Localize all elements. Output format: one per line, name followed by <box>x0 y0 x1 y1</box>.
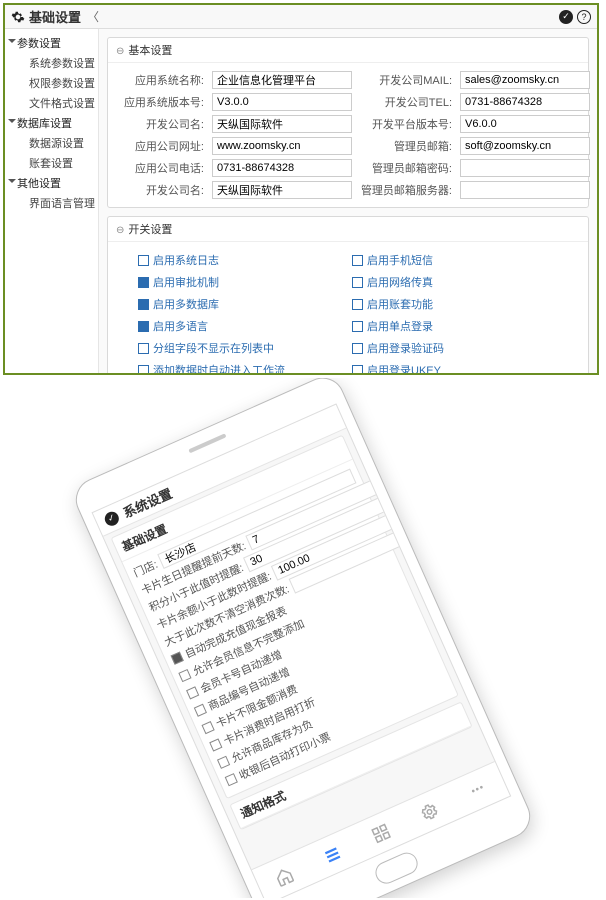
label: 开发公司MAIL: <box>356 72 456 88</box>
switch-item[interactable]: 启用多数据库 <box>138 296 344 312</box>
checkbox-icon[interactable] <box>352 365 363 374</box>
label: 应用系统版本号: <box>120 94 208 110</box>
panel-basic-title: 基本设置 <box>108 38 588 63</box>
checkbox-icon[interactable] <box>352 299 363 310</box>
switch-item[interactable]: 启用账套功能 <box>352 296 558 312</box>
sidebar-item-sys-param[interactable]: 系统参数设置 <box>5 53 98 73</box>
checkbox-icon[interactable] <box>352 255 363 266</box>
admin-smtp-input[interactable] <box>460 181 590 199</box>
sidebar-item-file-fmt[interactable]: 文件格式设置 <box>5 93 98 113</box>
label: 开发平台版本号: <box>356 116 456 132</box>
switch-item[interactable]: 启用手机短信 <box>352 252 558 268</box>
switch-item[interactable]: 添加数据时自动进入工作流 <box>138 362 344 373</box>
phone-shell: ✓ 系统设置 基础设置 门店:卡片生日提醒提前天数:积分小于此值时提醒:卡片余额… <box>69 378 537 898</box>
gear-icon <box>11 10 25 24</box>
admin-mail-input[interactable] <box>460 137 590 155</box>
phone-zone: ✓ 系统设置 基础设置 门店:卡片生日提醒提前天数:积分小于此值时提醒:卡片余额… <box>0 378 606 898</box>
checkbox-icon[interactable] <box>138 299 149 310</box>
app-name-input[interactable] <box>212 71 352 89</box>
checkbox-icon[interactable] <box>194 704 207 717</box>
phone-speaker <box>188 433 226 453</box>
switch-label: 启用登录验证码 <box>367 340 444 356</box>
switch-label: 分组字段不显示在列表中 <box>153 340 274 356</box>
switch-label: 启用网络传真 <box>367 274 433 290</box>
sidebar-item-datasource[interactable]: 数据源设置 <box>5 133 98 153</box>
checkbox-icon[interactable] <box>186 686 199 699</box>
sidebar-group-db[interactable]: 数据库设置 <box>5 113 98 133</box>
label: 管理员邮箱: <box>356 138 456 154</box>
dev-mail-input[interactable] <box>460 71 590 89</box>
switch-label: 启用账套功能 <box>367 296 433 312</box>
dev-company-input[interactable] <box>212 115 352 133</box>
label: 管理员邮箱服务器: <box>356 182 456 198</box>
switch-item[interactable]: 启用系统日志 <box>138 252 344 268</box>
label: 开发公司名: <box>120 182 208 198</box>
confirm-icon[interactable]: ✓ <box>559 10 573 24</box>
sidebar-group-other[interactable]: 其他设置 <box>5 173 98 193</box>
dev-tel-input[interactable] <box>460 93 590 111</box>
checkbox-icon[interactable] <box>352 343 363 354</box>
switch-label: 启用登录UKEY <box>367 362 441 373</box>
phone-screen: ✓ 系统设置 基础设置 门店:卡片生日提醒提前天数:积分小于此值时提醒:卡片余额… <box>92 403 512 898</box>
switch-label: 启用多数据库 <box>153 296 219 312</box>
checkbox-icon[interactable] <box>202 721 215 734</box>
sidebar-item-ledger[interactable]: 账套设置 <box>5 153 98 173</box>
sidebar-item-ui-lang[interactable]: 界面语言管理 <box>5 193 98 213</box>
switch-item[interactable]: 分组字段不显示在列表中 <box>138 340 344 356</box>
checkbox-icon[interactable] <box>209 738 222 751</box>
switch-item[interactable]: 启用单点登录 <box>352 318 558 334</box>
main-content: 基本设置 应用系统名称: 开发公司MAIL: 应用系统版本号: 开发公司TEL:… <box>99 29 597 373</box>
checkbox-icon[interactable] <box>225 773 238 786</box>
label: 应用系统名称: <box>120 72 208 88</box>
switch-item[interactable]: 启用审批机制 <box>138 274 344 290</box>
checkbox-icon[interactable] <box>138 255 149 266</box>
checkbox-icon[interactable] <box>138 277 149 288</box>
checkbox-icon[interactable] <box>171 652 184 665</box>
page-title: 基础设置 <box>29 7 81 26</box>
switch-label: 启用单点登录 <box>367 318 433 334</box>
switch-label: 启用审批机制 <box>153 274 219 290</box>
sidebar-group-params[interactable]: 参数设置 <box>5 33 98 53</box>
label: 管理员邮箱密码: <box>356 160 456 176</box>
checkbox-icon[interactable] <box>352 277 363 288</box>
admin-mail-pwd-input[interactable] <box>460 159 590 177</box>
switch-label: 启用系统日志 <box>153 252 219 268</box>
sidebar: 参数设置 系统参数设置 权限参数设置 文件格式设置 数据库设置 数据源设置 账套… <box>5 29 99 373</box>
switch-item[interactable]: 启用登录UKEY <box>352 362 558 373</box>
switch-label: 启用手机短信 <box>367 252 433 268</box>
phone-confirm-icon[interactable]: ✓ <box>102 509 120 527</box>
app-version-input[interactable] <box>212 93 352 111</box>
panel-switch-title: 开关设置 <box>108 217 588 242</box>
switch-item[interactable]: 启用登录验证码 <box>352 340 558 356</box>
switch-item[interactable]: 启用多语言 <box>138 318 344 334</box>
help-icon[interactable]: ? <box>577 10 591 24</box>
label: 应用公司网址: <box>120 138 208 154</box>
switch-label: 启用多语言 <box>153 318 208 334</box>
window-titlebar: 基础设置 〈 ✓ ? <box>5 5 597 29</box>
panel-basic: 基本设置 应用系统名称: 开发公司MAIL: 应用系统版本号: 开发公司TEL:… <box>107 37 589 208</box>
checkbox-icon[interactable] <box>352 321 363 332</box>
sidebar-item-perm-param[interactable]: 权限参数设置 <box>5 73 98 93</box>
checkbox-icon[interactable] <box>138 343 149 354</box>
chevron-left-icon[interactable]: 〈 <box>87 8 99 25</box>
label: 应用公司电话: <box>120 160 208 176</box>
label: 开发公司名: <box>120 116 208 132</box>
app-url-input[interactable] <box>212 137 352 155</box>
dev-company-input-2[interactable] <box>212 181 352 199</box>
desktop-window: 基础设置 〈 ✓ ? 参数设置 系统参数设置 权限参数设置 文件格式设置 数据库… <box>3 3 599 375</box>
app-tel-input[interactable] <box>212 159 352 177</box>
checkbox-icon[interactable] <box>178 669 191 682</box>
panel-switch: 开关设置 启用系统日志 启用手机短信启用审批机制 启用网络传真启用多数据库 启用账套功… <box>107 216 589 373</box>
switch-item[interactable]: 启用网络传真 <box>352 274 558 290</box>
label: 开发公司TEL: <box>356 94 456 110</box>
checkbox-icon[interactable] <box>138 365 149 374</box>
platform-version-input[interactable] <box>460 115 590 133</box>
checkbox-icon[interactable] <box>217 756 230 769</box>
switch-label: 添加数据时自动进入工作流 <box>153 362 285 373</box>
checkbox-icon[interactable] <box>138 321 149 332</box>
